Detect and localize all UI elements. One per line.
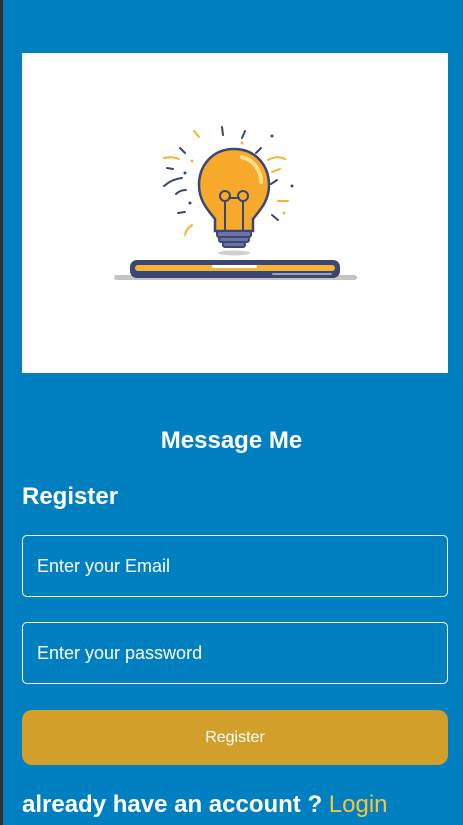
hero-image — [22, 53, 448, 373]
login-link[interactable]: Login — [329, 791, 388, 818]
app-title: Message Me — [160, 427, 303, 454]
lightbulb-laptop-illustration — [114, 126, 357, 280]
password-input[interactable] — [22, 622, 448, 684]
login-prompt-text: already have an account ? — [22, 791, 323, 818]
login-prompt: already have an account ? Login — [22, 789, 388, 821]
register-heading: Register — [22, 483, 119, 510]
window-edge — [0, 0, 3, 825]
email-input[interactable] — [22, 535, 448, 597]
register-button[interactable]: Register — [22, 710, 448, 765]
